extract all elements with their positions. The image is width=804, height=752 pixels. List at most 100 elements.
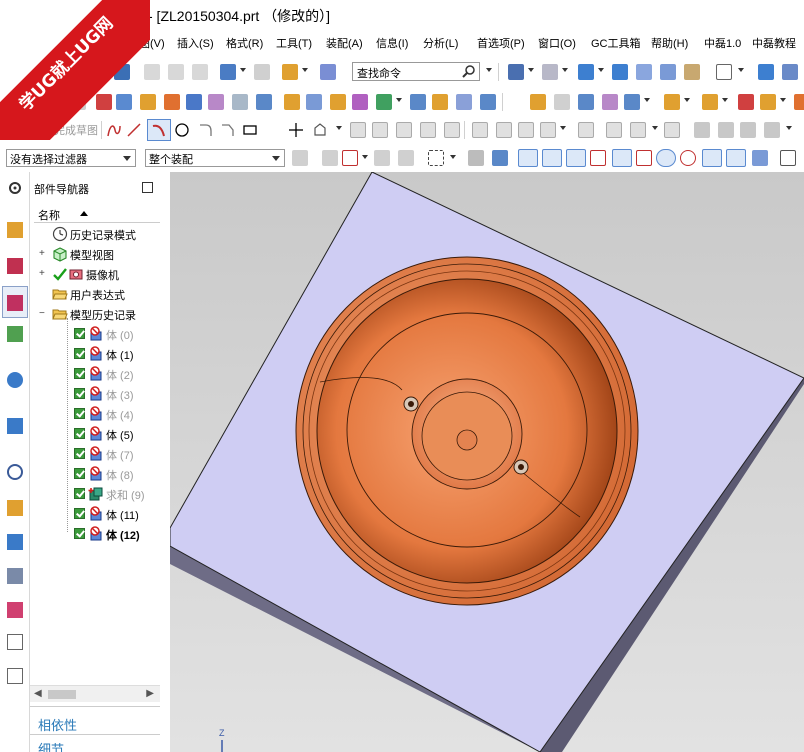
scroll-thumb[interactable]	[48, 690, 76, 699]
snap-mid-point-icon[interactable]	[542, 149, 562, 167]
name-column-header[interactable]: 名称	[34, 205, 160, 223]
tree-item-user-expressions[interactable]: 用户表达式	[30, 284, 160, 304]
rectangle-icon[interactable]	[242, 122, 258, 138]
search-command-input[interactable]: 查找命令	[352, 62, 480, 81]
gear-icon[interactable]	[7, 180, 23, 196]
trim-icon[interactable]	[444, 122, 460, 138]
rectangle-select-icon[interactable]	[428, 150, 444, 166]
hd3d-tools-icon[interactable]	[7, 372, 23, 388]
tree-item-body-5[interactable]: 体 (5)	[30, 424, 160, 444]
dependency-panel-toggle[interactable]: 相依性	[38, 715, 77, 734]
chamfer-icon[interactable]	[432, 94, 448, 110]
menu-information[interactable]: 信息(I)	[376, 35, 408, 51]
auto-constraint-icon[interactable]	[606, 122, 622, 138]
menu-help[interactable]: 帮助(H)	[651, 35, 688, 51]
finish-sketch-label[interactable]: 完成草图	[54, 122, 98, 138]
snap-options-icon[interactable]	[752, 150, 768, 166]
visibility-checkbox[interactable]	[74, 388, 85, 399]
rect-select-dropdown-icon[interactable]	[450, 155, 456, 159]
extrude-icon[interactable]	[116, 94, 132, 110]
search-icon[interactable]	[462, 64, 476, 78]
relations-icon[interactable]	[664, 122, 680, 138]
sync-dropdown-icon[interactable]	[644, 98, 650, 102]
draft-icon[interactable]	[480, 94, 496, 110]
collapse-minus-icon[interactable]: −	[39, 308, 45, 319]
dimension-dropdown-icon[interactable]	[560, 126, 566, 130]
system-scenes-icon[interactable]	[7, 602, 23, 618]
chamfer-sketch-icon[interactable]	[220, 122, 236, 138]
snap-end-point-icon[interactable]	[518, 149, 538, 167]
tree-item-history-mode[interactable]: 历史记录模式	[30, 224, 160, 244]
profile-icon[interactable]	[106, 122, 122, 138]
assembly-constraint-icon[interactable]	[782, 64, 798, 80]
analysis-dropdown-icon[interactable]	[722, 98, 728, 102]
mirror-curve-icon[interactable]	[396, 122, 412, 138]
process-studio-icon[interactable]	[7, 500, 23, 516]
menu-zhonglei[interactable]: 中磊1.0	[704, 35, 741, 51]
feature-dropdown-icon[interactable]	[362, 155, 368, 159]
scroll-right-icon[interactable]: ▶	[146, 688, 154, 699]
surface-icon[interactable]	[760, 94, 776, 110]
arc-tool-active[interactable]	[147, 119, 171, 141]
layer-icon[interactable]	[684, 64, 700, 80]
show-constraint-icon[interactable]	[630, 122, 646, 138]
tree-item-cameras[interactable]: + 摄像机	[30, 264, 160, 284]
surface-dropdown-icon[interactable]	[780, 98, 786, 102]
menu-view[interactable]: 视图(V)	[128, 35, 165, 51]
snap-intersection-icon[interactable]	[636, 150, 652, 166]
boss-icon[interactable]	[186, 94, 202, 110]
roles-icon[interactable]	[7, 568, 23, 584]
history-icon[interactable]	[7, 464, 23, 480]
replace-face-icon[interactable]	[602, 94, 618, 110]
tree-item-body-4[interactable]: 体 (4)	[30, 404, 160, 424]
snap-point-on-face-icon[interactable]	[726, 149, 746, 167]
grid-icon[interactable]	[780, 150, 796, 166]
shell-icon[interactable]	[456, 94, 472, 110]
fillet-icon[interactable]	[198, 122, 214, 138]
deselect-icon[interactable]	[374, 150, 390, 166]
view-orient-icon[interactable]	[508, 64, 524, 80]
shaded-icon[interactable]	[612, 64, 628, 80]
web-browser-icon[interactable]	[7, 418, 23, 434]
polygon-icon[interactable]	[312, 122, 328, 138]
part-navigator-tab[interactable]	[2, 286, 28, 318]
model-3d-view[interactable]: Z	[170, 172, 804, 752]
menu-assembly[interactable]: 装配(A)	[326, 35, 363, 51]
visibility-checkbox[interactable]	[74, 368, 85, 379]
menu-format[interactable]: 格式(R)	[226, 35, 263, 51]
delay-eval-icon[interactable]	[764, 122, 780, 138]
point-icon[interactable]	[288, 122, 304, 138]
visibility-checkbox[interactable]	[74, 428, 85, 439]
menu-preferences[interactable]: 首选项(P)	[477, 35, 525, 51]
snap-quadrant-icon[interactable]	[680, 150, 696, 166]
unite-icon[interactable]	[284, 94, 300, 110]
selection-tool-icon[interactable]	[282, 64, 298, 80]
sync-model-icon[interactable]	[530, 94, 546, 110]
face-select-icon[interactable]	[468, 150, 484, 166]
scroll-left-icon[interactable]: ◀	[34, 688, 42, 699]
expand-plus-icon[interactable]: +	[39, 248, 45, 259]
copy-icon[interactable]	[168, 64, 184, 80]
fit-dropdown-icon[interactable]	[562, 68, 568, 72]
select-all-icon[interactable]	[322, 150, 338, 166]
menu-insert[interactable]: 插入(S)	[177, 35, 214, 51]
line-icon[interactable]	[126, 122, 142, 138]
mirror-icon[interactable]	[352, 94, 368, 110]
tree-item-body-11[interactable]: 体 (11)	[30, 504, 160, 524]
view-orient-dropdown-icon[interactable]	[528, 68, 534, 72]
visibility-checkbox[interactable]	[74, 408, 85, 419]
selection-filter-select[interactable]: 没有选择过滤器	[6, 149, 136, 167]
snap-curve-icon[interactable]	[566, 149, 586, 167]
make-corner-icon[interactable]	[518, 122, 534, 138]
dimension-icon[interactable]	[540, 122, 556, 138]
offset-icon[interactable]	[376, 94, 392, 110]
toolbar-overflow-icon[interactable]	[486, 68, 492, 72]
blank-resource-icon[interactable]	[7, 634, 23, 650]
visibility-checkbox[interactable]	[74, 528, 85, 539]
body-select-icon[interactable]	[492, 150, 508, 166]
render-style-icon[interactable]	[578, 64, 594, 80]
general-selection-icon[interactable]	[292, 150, 308, 166]
undo-icon[interactable]	[220, 64, 236, 80]
revolve-icon[interactable]	[140, 94, 156, 110]
measure-icon[interactable]	[664, 94, 680, 110]
